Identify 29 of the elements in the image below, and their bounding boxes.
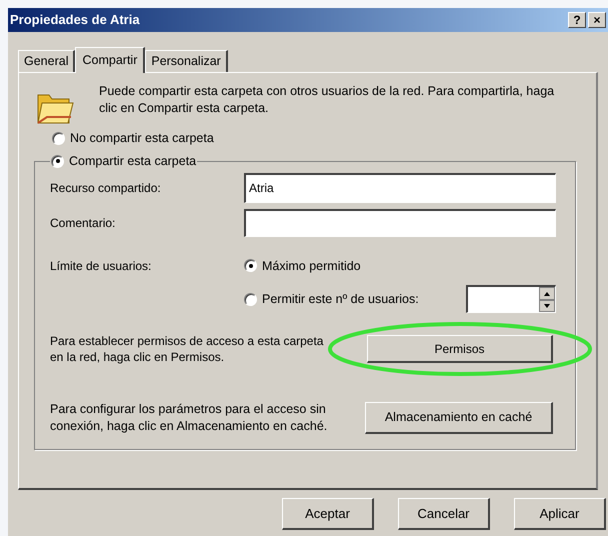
- radio-option[interactable]: Compartir esta carpeta: [51, 152, 196, 170]
- tab[interactable]: Personalizar: [145, 50, 228, 72]
- radio-option[interactable]: Máximo permitido: [244, 256, 556, 276]
- intro-text: Puede compartir esta carpeta con otros usuarios de la red. Para compartirla, haga clic en Compartir esta carpeta.: [99, 83, 556, 117]
- permissions-text: Para establecer permisos de acceso a esta carpeta en la red, haga clic en Permisos.: [50, 333, 324, 366]
- comment-field[interactable]: [244, 208, 556, 236]
- dialog-button[interactable]: Cancelar: [398, 498, 490, 530]
- radio-button[interactable]: [51, 154, 64, 168]
- title-bar-button[interactable]: ?: [568, 12, 586, 28]
- dialog-button[interactable]: Aceptar: [282, 498, 374, 530]
- tab[interactable]: General: [18, 50, 76, 72]
- permissions-button[interactable]: Permisos: [367, 335, 553, 364]
- radio-button[interactable]: [244, 259, 257, 272]
- caching-text: Para configurar los parámetros para el acceso sin conexión, haga clic en Almacenamiento en caché.: [50, 401, 328, 436]
- field-value: Atria: [249, 180, 274, 197]
- field-label: Recurso compartido:: [50, 180, 162, 196]
- radio-button[interactable]: [52, 132, 65, 145]
- tab[interactable]: Compartir: [75, 47, 146, 73]
- title-bar-button[interactable]: ×: [588, 12, 606, 28]
- field-label: Comentario:: [50, 214, 116, 232]
- field-label: Límite de usuarios:: [50, 258, 152, 274]
- dialog-button[interactable]: Aplicar: [514, 498, 606, 530]
- share-name-field[interactable]: Atria: [244, 172, 556, 202]
- radio-option[interactable]: Permitir este nº de usuarios:: [244, 290, 419, 309]
- caching-button[interactable]: Almacenamiento en caché: [365, 402, 553, 434]
- radio-option[interactable]: No compartir esta carpeta: [52, 129, 596, 148]
- user-count-spinner[interactable]: [466, 285, 556, 314]
- radio-button[interactable]: [244, 292, 257, 306]
- window-title: Propiedades de Atria: [10, 11, 140, 30]
